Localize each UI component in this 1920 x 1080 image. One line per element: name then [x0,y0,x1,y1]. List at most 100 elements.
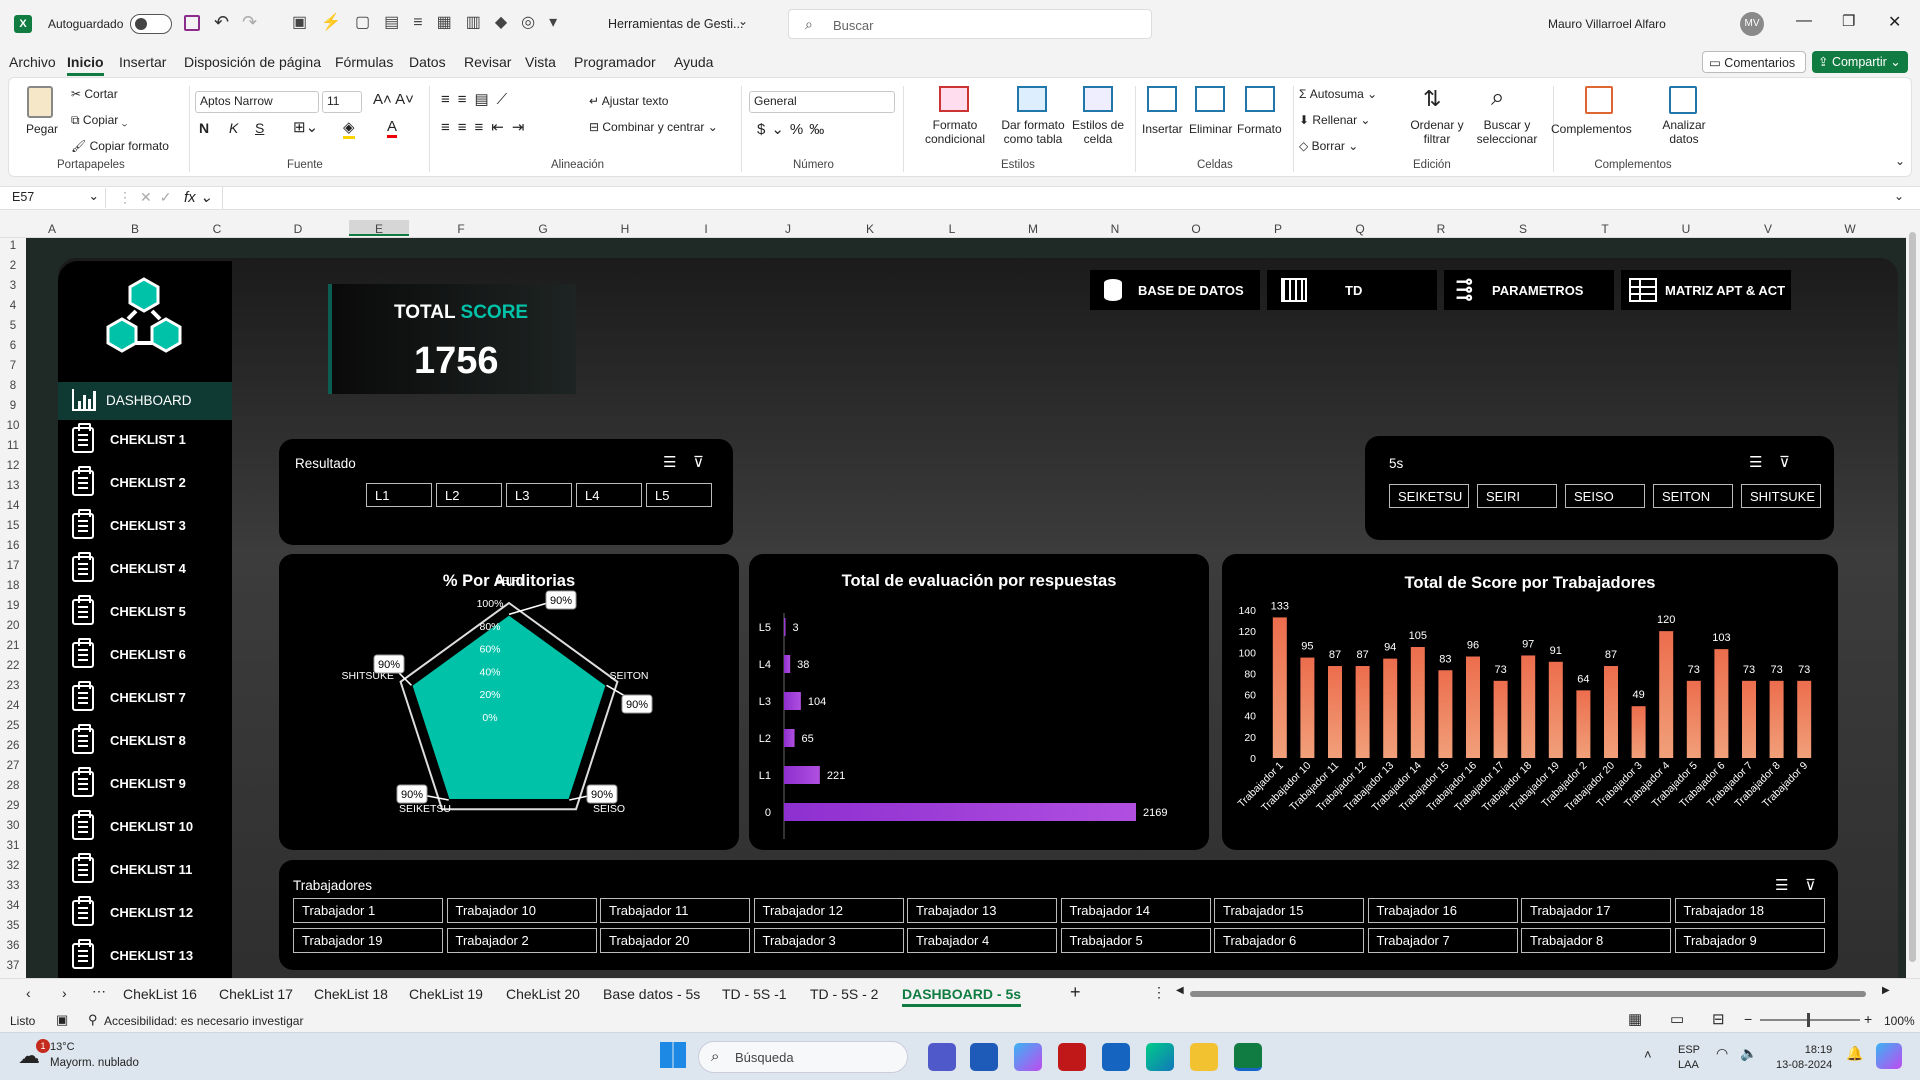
tray-chevron-icon[interactable]: ˄ [1644,1047,1652,1062]
column-header[interactable]: R [1411,222,1471,236]
search-box[interactable]: ⌕ Buscar [788,9,1152,39]
mcafee-icon[interactable] [1058,1043,1086,1071]
format-table-icon[interactable] [1017,86,1047,112]
sort-filter-icon[interactable]: ⇅ [1423,86,1441,112]
slicer-item-seiketsu[interactable]: SEIKETSU [1389,484,1469,508]
slicer-item-worker[interactable]: Trabajador 10 [446,898,597,923]
slicer-item-worker[interactable]: Trabajador 15 [1214,898,1364,923]
notifications-icon[interactable]: 🔔 [1846,1045,1863,1062]
slicer-item-seiton[interactable]: SEITON [1653,484,1733,508]
row-header[interactable]: 25 [0,720,26,732]
clear-filter-icon[interactable]: ⊽ [1779,453,1790,471]
number-format-select[interactable]: General [749,91,895,113]
column-header[interactable]: F [431,222,491,236]
restore-icon[interactable]: ❐ [1842,12,1855,30]
format-cells-button[interactable]: Formato [1237,122,1282,136]
row-header[interactable]: 13 [0,480,26,492]
row-header[interactable]: 11 [0,440,26,452]
find-select-icon[interactable]: ⌕ [1491,84,1504,112]
formula-input[interactable] [222,187,1882,209]
row-header[interactable]: 29 [0,800,26,812]
row-header[interactable]: 35 [0,920,26,932]
column-header[interactable]: J [758,222,818,236]
mail-icon[interactable] [1102,1043,1130,1071]
slicer-item-shitsuke[interactable]: SHITSUKE [1741,484,1821,508]
column-header[interactable]: W [1820,222,1880,236]
sheet-options-icon[interactable]: ⋮ [1152,984,1166,1001]
column-header[interactable]: I [676,222,736,236]
column-header[interactable]: G [513,222,573,236]
zoom-level[interactable]: 100% [1884,1014,1915,1028]
base-datos-button[interactable]: BASE DE DATOS [1090,270,1260,310]
user-name[interactable]: Mauro Villarroel Alfaro [1548,17,1666,31]
edge-icon[interactable] [1146,1043,1174,1071]
sheet-tab[interactable]: TD - 5S - 2 [810,986,878,1002]
menu-insertar[interactable]: Insertar [119,54,166,70]
clear-filter-icon[interactable]: ⊽ [693,453,704,471]
sheet-tab[interactable]: DASHBOARD - 5s [902,986,1022,1007]
slicer-item-worker[interactable]: Trabajador 8 [1521,928,1671,953]
accessibility-icon[interactable]: ⚲ [88,1012,98,1028]
row-header[interactable]: 36 [0,940,26,952]
slicer-item-worker[interactable]: Trabajador 13 [907,898,1057,923]
paste-button[interactable]: Pegar [26,122,58,136]
multiselect-icon[interactable]: ☰ [1749,453,1762,471]
row-header[interactable]: 21 [0,640,26,652]
grow-font-icon[interactable]: A˄ A˅ [373,91,414,108]
multiselect-icon[interactable]: ☰ [1775,876,1788,894]
font-color-icon[interactable]: A [387,118,398,138]
store-icon[interactable] [970,1043,998,1071]
view-normal-icon[interactable]: ▦ [1628,1010,1642,1028]
menu-revisar[interactable]: Revisar [464,54,511,70]
menu-ayuda[interactable]: Ayuda [674,54,713,70]
sidebar-item-checklist-13[interactable]: CHEKLIST 13 [58,937,232,975]
column-header[interactable]: V [1738,222,1798,236]
addins-icon[interactable] [1585,86,1613,114]
column-header[interactable]: M [1003,222,1063,236]
sidebar-item-checklist-3[interactable]: CHEKLIST 3 [58,507,232,545]
sidebar-item-checklist-11[interactable]: CHEKLIST 11 [58,851,232,889]
slicer-item-seiri[interactable]: SEIRI [1477,484,1557,508]
sidebar-item-checklist-6[interactable]: CHEKLIST 6 [58,636,232,674]
slicer-item-worker[interactable]: Trabajador 19 [293,928,443,953]
sidebar-item-checklist-1[interactable]: CHEKLIST 1 [58,421,232,459]
border-icon[interactable]: ⊞⌄ [293,118,318,136]
row-header[interactable]: 2 [0,260,26,272]
slicer-item-worker[interactable]: Trabajador 7 [1367,928,1518,953]
slicer-item-worker[interactable]: Trabajador 18 [1674,898,1825,923]
row-header[interactable]: 14 [0,500,26,512]
more-sheets-icon[interactable]: ⋯ [92,983,106,1000]
column-header[interactable]: N [1085,222,1145,236]
weather-widget[interactable]: ☁ 1 13°C Mayorm. nublado [14,1039,174,1075]
slicer-item-worker[interactable]: Trabajador 1 [293,898,443,923]
column-header[interactable]: E [349,220,409,236]
column-header[interactable]: P [1248,222,1308,236]
clock[interactable]: 18:19 13-08-2024 [1776,1043,1832,1073]
row-header[interactable]: 9 [0,400,26,412]
minimize-icon[interactable]: — [1796,12,1812,30]
slicer-item-worker[interactable]: Trabajador 20 [600,928,750,953]
row-header[interactable]: 6 [0,340,26,352]
copilot-tray-icon[interactable] [1876,1043,1902,1069]
slicer-item-l3[interactable]: L3 [506,483,572,507]
excel-taskbar-icon[interactable] [1234,1043,1262,1071]
slicer-item-worker[interactable]: Trabajador 5 [1060,928,1211,953]
redo-icon[interactable]: ↷ [242,12,257,33]
undo-icon[interactable]: ↶ [214,12,229,33]
slicer-item-l2[interactable]: L2 [436,483,502,507]
collapse-ribbon-icon[interactable]: ⌄ [1895,154,1905,168]
sidebar-item-checklist-9[interactable]: CHEKLIST 9 [58,765,232,803]
format-table-button[interactable]: Dar formato como tabla [993,118,1073,146]
row-header[interactable]: 5 [0,320,26,332]
cell-styles-button[interactable]: Estilos de celda [1067,118,1129,146]
sheet-tab[interactable]: ChekList 16 [123,986,197,1002]
close-icon[interactable]: ✕ [1888,12,1901,32]
row-header[interactable]: 1 [0,240,26,252]
matriz-button[interactable]: MATRIZ APT & ACT [1621,270,1791,310]
macro-record-icon[interactable]: ▣ [56,1012,68,1028]
cell-styles-icon[interactable] [1083,86,1113,112]
copilot-icon[interactable] [1014,1043,1042,1071]
slicer-item-worker[interactable]: Trabajador 12 [753,898,904,923]
sidebar-item-checklist-2[interactable]: CHEKLIST 2 [58,464,232,502]
windows-start-icon[interactable] [660,1042,686,1068]
